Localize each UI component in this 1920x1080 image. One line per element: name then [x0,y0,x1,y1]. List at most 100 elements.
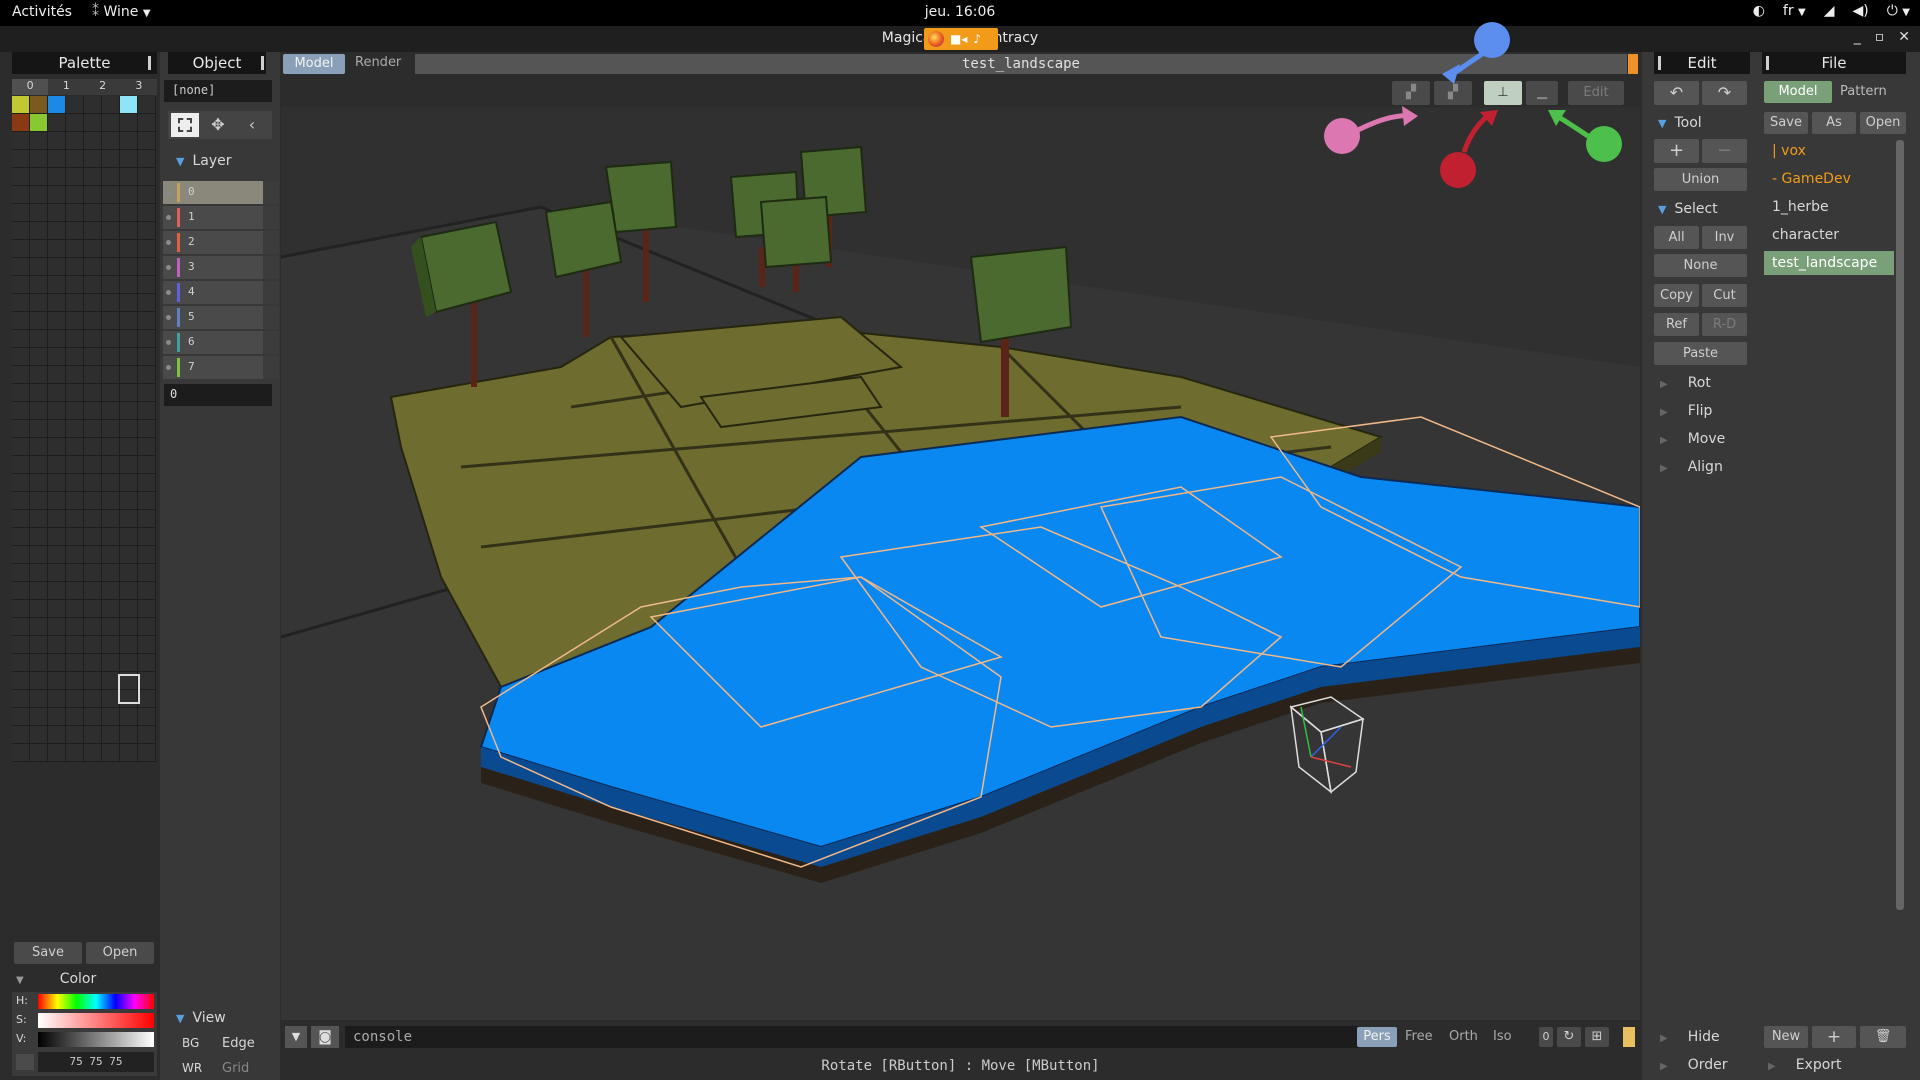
object-name-field[interactable]: [none] [164,80,272,102]
rd-button[interactable]: R-D [1702,313,1747,336]
palette-swatch[interactable] [138,492,156,510]
palette-swatch[interactable] [12,366,30,384]
file-tab-pattern[interactable]: Pattern [1840,84,1887,99]
palette-swatch[interactable] [84,528,102,546]
palette-swatch[interactable] [12,636,30,654]
palette-swatch[interactable] [66,402,84,420]
palette-swatch[interactable] [84,726,102,744]
palette-swatch[interactable] [102,510,120,528]
palette-swatch[interactable] [66,690,84,708]
palette-swatch[interactable] [48,474,66,492]
palette-swatch[interactable] [30,474,48,492]
palette-swatch[interactable] [30,150,48,168]
palette-swatch[interactable] [12,384,30,402]
palette-swatch[interactable] [138,330,156,348]
palette-swatch[interactable] [12,204,30,222]
palette-swatch[interactable] [48,600,66,618]
palette-swatch[interactable] [138,510,156,528]
palette-swatch[interactable] [48,708,66,726]
palette-swatch[interactable] [12,420,30,438]
tool-section-header[interactable]: ▼ Tool [1658,115,1702,131]
palette-swatch[interactable] [84,636,102,654]
palette-swatch[interactable] [48,294,66,312]
palette-swatch[interactable] [66,528,84,546]
palette-swatch[interactable] [12,456,30,474]
palette-swatch[interactable] [30,96,48,114]
file-add-icon[interactable]: + [1812,1026,1856,1048]
palette-swatch[interactable] [138,600,156,618]
palette-swatch[interactable] [48,384,66,402]
palette-swatch[interactable] [66,510,84,528]
view-grid-toggle[interactable]: Grid [222,1061,249,1076]
palette-swatch[interactable] [30,114,48,132]
palette-swatch[interactable] [12,402,30,420]
file-list-scrollbar[interactable] [1896,140,1904,910]
palette-swatch[interactable] [66,546,84,564]
palette-swatch[interactable] [120,492,138,510]
palette-swatch[interactable] [30,204,48,222]
order-section[interactable]: ▶ Order [1660,1057,1728,1073]
palette-swatch[interactable] [120,366,138,384]
palette-swatch[interactable] [66,582,84,600]
move-arrows-icon[interactable]: ✥ [204,113,232,137]
palette-swatch[interactable] [30,510,48,528]
palette-swatch[interactable] [138,474,156,492]
palette-swatch[interactable] [48,492,66,510]
palette-swatch[interactable] [48,204,66,222]
palette-swatch[interactable] [12,438,30,456]
palette-swatch[interactable] [30,726,48,744]
palette-swatch[interactable] [66,168,84,186]
palette-swatch[interactable] [48,672,66,690]
palette-swatch[interactable] [120,240,138,258]
palette-swatch[interactable] [120,276,138,294]
palette-swatch[interactable] [66,96,84,114]
3d-viewport[interactable] [281,107,1640,1020]
paste-button[interactable]: Paste [1654,342,1747,365]
move-section[interactable]: ▶ Move [1660,431,1725,447]
palette-swatch[interactable] [48,582,66,600]
tab-model[interactable]: Model [283,54,345,74]
palette-swatch[interactable] [48,528,66,546]
redo-icon[interactable]: ↷ [1702,81,1747,105]
layer-row[interactable]: 4 [163,281,279,304]
palette-swatch[interactable] [84,384,102,402]
palette-swatch[interactable] [12,582,30,600]
maximize-button[interactable]: ▫ [1875,29,1885,45]
palette-swatch[interactable] [138,636,156,654]
palette-swatch[interactable] [48,240,66,258]
palette-swatch[interactable] [12,240,30,258]
frame-view-icon[interactable]: ⊞ [1585,1027,1609,1047]
layer-lock-toggle[interactable] [263,306,279,329]
palette-swatch[interactable] [120,204,138,222]
palette-swatch[interactable] [120,600,138,618]
layer-row[interactable]: 3 [163,256,279,279]
select-section-header[interactable]: ▼ Select [1658,201,1718,217]
palette-swatch[interactable] [84,420,102,438]
palette-swatch[interactable] [120,582,138,600]
palette-swatch[interactable] [84,600,102,618]
select-inv-button[interactable]: Inv [1702,226,1747,249]
palette-swatch[interactable] [138,708,156,726]
palette-swatch[interactable] [48,564,66,582]
palette-swatch[interactable] [48,366,66,384]
palette-swatch[interactable] [84,510,102,528]
palette-swatch[interactable] [84,402,102,420]
palette-swatch[interactable] [120,726,138,744]
hide-section[interactable]: ▶ Hide [1660,1029,1720,1045]
palette-swatch[interactable] [102,96,120,114]
palette-swatch[interactable] [30,672,48,690]
palette-swatch[interactable] [48,438,66,456]
palette-swatch[interactable] [138,276,156,294]
palette-open-button[interactable]: Open [86,942,154,964]
palette-swatch[interactable] [84,114,102,132]
palette-swatch[interactable] [30,132,48,150]
palette-swatch[interactable] [12,150,30,168]
palette-swatch[interactable] [102,114,120,132]
minimize-button[interactable]: _ [1854,29,1861,45]
camera-iso-button[interactable]: Iso [1493,1029,1512,1044]
palette-swatch[interactable] [30,438,48,456]
palette-swatch[interactable] [12,726,30,744]
palette-swatch[interactable] [138,672,156,690]
palette-swatch[interactable] [138,744,156,762]
palette-swatch[interactable] [30,186,48,204]
